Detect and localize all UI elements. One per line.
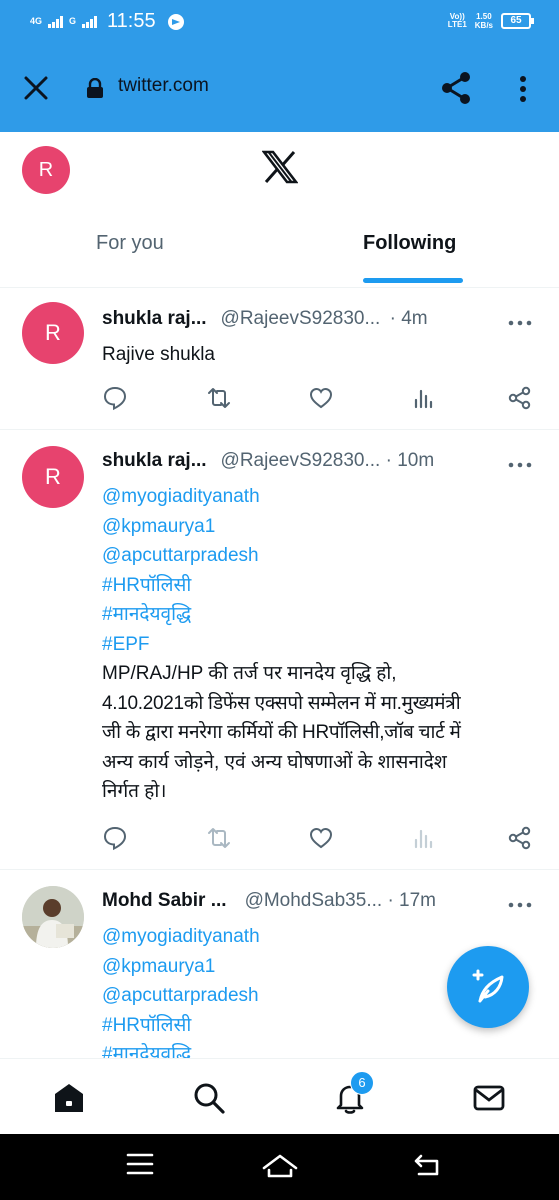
close-icon[interactable] xyxy=(22,74,50,102)
tweet-line: 4.10.2021को डिफेंस एक्सपो सम्मेलन में मा… xyxy=(102,692,461,714)
compose-button[interactable] xyxy=(447,946,529,1028)
hashtag-link[interactable]: #मानदेयवृद्धि xyxy=(102,600,532,630)
reply-icon[interactable] xyxy=(102,385,128,411)
telegram-icon xyxy=(167,13,184,30)
tweet-header: Mohd Sabir ... @MohdSab35... · 17m xyxy=(102,890,436,912)
mention-link[interactable]: @myogiadityanath xyxy=(102,482,532,512)
tweet-line: जी के द्वारा मनरेगा कर्मियों की HRपॉलिसी… xyxy=(102,722,461,743)
clock: 11:55 xyxy=(107,10,156,32)
tweet-actions xyxy=(102,825,542,851)
retweet-icon[interactable] xyxy=(206,825,232,851)
more-horizontal-icon[interactable] xyxy=(508,456,532,468)
share-icon[interactable] xyxy=(507,825,533,851)
active-tab-indicator xyxy=(363,278,463,283)
tweet-header: shukla raj... @RajeevS92830... · 10m xyxy=(102,450,434,472)
views-icon[interactable] xyxy=(411,825,437,851)
author-name[interactable]: shukla raj... xyxy=(102,450,207,471)
system-navigation-bar xyxy=(0,1134,559,1200)
tab-for-you[interactable]: For you xyxy=(96,232,164,255)
mention-link[interactable]: @kpmaurya1 xyxy=(102,512,532,542)
author-name[interactable]: shukla raj... xyxy=(102,308,207,329)
more-horizontal-icon[interactable] xyxy=(508,896,532,908)
tweet-text: @myogiadityanath @kpmaurya1 @apcuttarpra… xyxy=(102,482,532,807)
hashtag-link[interactable]: #मानदेयवृद्धि xyxy=(102,1040,532,1058)
home-icon[interactable] xyxy=(52,1081,86,1115)
status-bar: 4G G 11:55 Vo)) LTE1 1.50 KB/s 65 xyxy=(0,0,559,44)
tweet-line: MP/RAJ/HP की तर्ज पर मानदेय वृद्धि हो, xyxy=(102,663,397,684)
author-handle[interactable]: @RajeevS92830... xyxy=(221,308,381,329)
signal-icon-2 xyxy=(82,15,98,28)
tab-following[interactable]: Following xyxy=(363,232,456,255)
like-icon[interactable] xyxy=(308,825,334,851)
profile-avatar[interactable]: R xyxy=(22,146,70,194)
retweet-icon[interactable] xyxy=(206,385,232,411)
author-handle[interactable]: @MohdSab35... xyxy=(245,890,383,911)
network-speed: 1.50 KB/s xyxy=(475,12,493,30)
tweet-time: · 4m xyxy=(389,308,428,329)
tweet-line: निर्गत हो। xyxy=(102,781,167,802)
speed-unit: KB/s xyxy=(474,21,493,30)
like-icon[interactable] xyxy=(308,385,334,411)
network-type-1: 4G xyxy=(30,16,43,26)
signal-icon-1 xyxy=(48,15,64,28)
share-icon[interactable] xyxy=(440,71,472,105)
views-icon[interactable] xyxy=(411,385,437,411)
mention-link[interactable]: @apcuttarpradesh xyxy=(102,541,532,571)
avatar[interactable] xyxy=(22,886,84,948)
messages-icon[interactable] xyxy=(472,1081,506,1115)
tweet-text: Rajive shukla xyxy=(102,344,215,365)
notifications-badge: 6 xyxy=(350,1071,374,1095)
tweet-header: shukla raj... @RajeevS92830... · 4m xyxy=(102,308,428,330)
compose-feather-icon xyxy=(472,969,504,1003)
tweet-actions xyxy=(102,385,542,411)
top-navigation: R For you Following xyxy=(0,132,559,288)
search-icon[interactable] xyxy=(192,1081,226,1115)
url-text[interactable]: twitter.com xyxy=(118,75,209,97)
home-button-icon[interactable] xyxy=(261,1152,299,1183)
tweet[interactable]: R shukla raj... @RajeevS92830... · 4m Raj… xyxy=(0,288,559,430)
more-horizontal-icon[interactable] xyxy=(508,314,532,326)
author-handle[interactable]: @RajeevS92830... xyxy=(221,450,381,471)
hashtag-link[interactable]: #HRपॉलिसी xyxy=(102,571,532,601)
volte-indicator: Vo)) LTE1 xyxy=(448,13,467,29)
back-icon[interactable] xyxy=(413,1152,441,1183)
more-vertical-icon[interactable] xyxy=(512,74,534,104)
reply-icon[interactable] xyxy=(102,825,128,851)
recent-apps-icon[interactable] xyxy=(126,1152,154,1181)
tweet[interactable]: R shukla raj... @RajeevS92830... · 10m @m… xyxy=(0,430,559,870)
author-name[interactable]: Mohd Sabir ... xyxy=(102,890,227,911)
bottom-navigation: 6 xyxy=(0,1058,559,1134)
lock-icon xyxy=(86,77,104,98)
tweet-line: अन्य कार्य जोड़ने, एवं अन्य घोषणाओं के श… xyxy=(102,751,447,773)
avatar[interactable]: R xyxy=(22,446,84,508)
lte-label: LTE1 xyxy=(447,20,467,29)
battery-icon: 65 xyxy=(501,13,534,29)
browser-toolbar: twitter.com xyxy=(0,44,559,132)
speed-value: 1.50 xyxy=(476,12,492,21)
tweet-time: · 17m xyxy=(387,890,437,911)
network-type-2: G xyxy=(69,16,77,26)
avatar[interactable]: R xyxy=(22,302,84,364)
mention-link[interactable]: @myogiadityanath xyxy=(102,922,532,952)
tweet-time: · 10m xyxy=(385,450,435,471)
hashtag-link[interactable]: #EPF xyxy=(102,630,532,660)
x-logo-icon[interactable] xyxy=(261,150,299,184)
share-icon[interactable] xyxy=(507,385,533,411)
